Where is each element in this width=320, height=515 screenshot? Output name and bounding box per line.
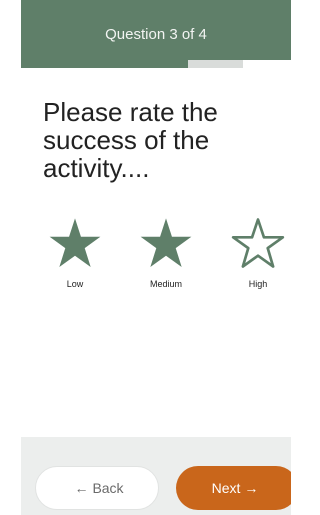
back-button[interactable]: ← Back: [35, 466, 159, 510]
star-outline-icon: [231, 218, 285, 268]
rating-option-high[interactable]: High: [217, 217, 291, 289]
progress-bar-fill: [21, 60, 188, 68]
navigation-footer: ← Back Next →: [21, 437, 291, 515]
question-header: Question 3 of 4: [21, 0, 291, 60]
back-button-label: Back: [92, 480, 124, 496]
progress-bar: [21, 60, 243, 68]
rating-label-medium: Medium: [149, 279, 182, 289]
next-button-label: Next: [211, 480, 241, 496]
star-filled-icon: [140, 218, 192, 268]
arrow-left-icon: ←: [74, 480, 89, 496]
arrow-right-icon: →: [244, 480, 259, 496]
rating-label-high: High: [248, 279, 268, 289]
next-button[interactable]: Next →: [176, 466, 291, 510]
star-rating: Low Medium High: [36, 217, 291, 307]
question-text: Please rate the success of the activity.…: [43, 97, 218, 183]
rating-option-low[interactable]: Low: [34, 217, 116, 289]
question-counter: Question 3 of 4: [105, 25, 207, 43]
rating-label-low: Low: [66, 279, 84, 289]
survey-screen: Question 3 of 4 Please rate the success …: [0, 0, 291, 515]
star-filled-icon: [49, 218, 101, 268]
rating-option-medium[interactable]: Medium: [125, 217, 207, 289]
